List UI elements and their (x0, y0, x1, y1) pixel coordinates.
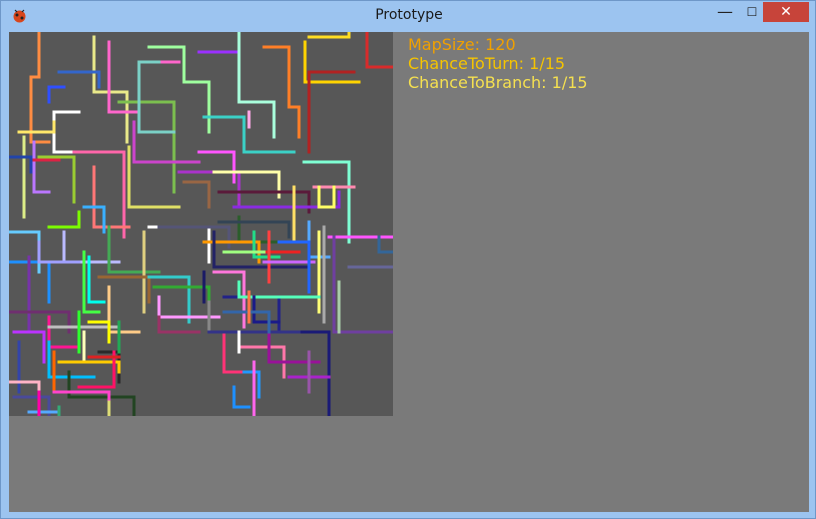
client-area: MapSize: 120 ChanceToTurn: 1/15 ChanceTo… (9, 32, 809, 512)
window-title: Prototype (375, 7, 443, 23)
maze-map-canvas (9, 32, 393, 416)
close-button[interactable]: ✕ (763, 2, 809, 22)
minimize-button[interactable]: — (713, 2, 737, 22)
generation-info-panel: MapSize: 120 ChanceToTurn: 1/15 ChanceTo… (408, 35, 588, 92)
chance-to-turn-label: ChanceToTurn: 1/15 (408, 54, 566, 73)
app-window: Prototype — ☐ ✕ MapSize: 120 ChanceToTur… (0, 0, 816, 519)
title-bar[interactable]: Prototype — ☐ ✕ (1, 1, 816, 31)
map-size-label: MapSize: 120 (408, 35, 516, 54)
maximize-button[interactable]: ☐ (740, 2, 764, 22)
chance-to-branch-label: ChanceToBranch: 1/15 (408, 73, 588, 92)
